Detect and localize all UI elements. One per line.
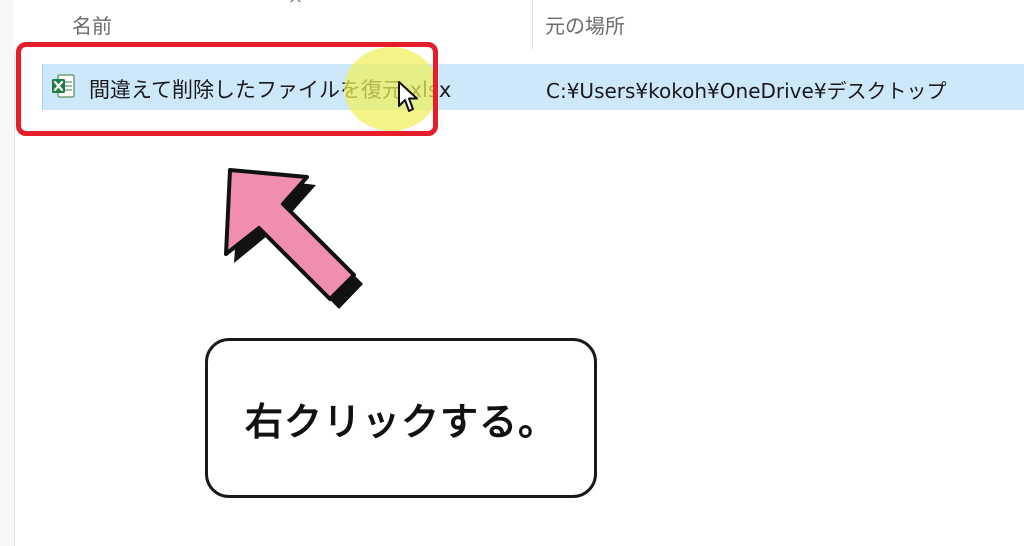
file-original-location: C:¥Users¥kokoh¥OneDrive¥デスクトップ [546, 79, 947, 103]
instruction-callout: 右クリックする。 [205, 338, 597, 498]
column-divider[interactable] [532, 0, 533, 50]
mouse-cursor-icon [398, 81, 418, 112]
name-column-header[interactable]: 名前 [72, 10, 112, 39]
sort-chevron-icon: ^ [288, 0, 304, 15]
location-column-header[interactable]: 元の場所 [545, 10, 625, 39]
callout-text: 右クリックする。 [244, 399, 557, 444]
pointing-arrow-icon [224, 168, 363, 309]
excel-icon [52, 74, 75, 98]
list-header: 名前 ^ 元の場所 [14, 0, 1024, 52]
left-pane-edge [0, 0, 15, 546]
file-row[interactable]: 間違えて削除したファイルを復元.xlsx C:¥Users¥kokoh¥OneD… [42, 64, 1024, 110]
